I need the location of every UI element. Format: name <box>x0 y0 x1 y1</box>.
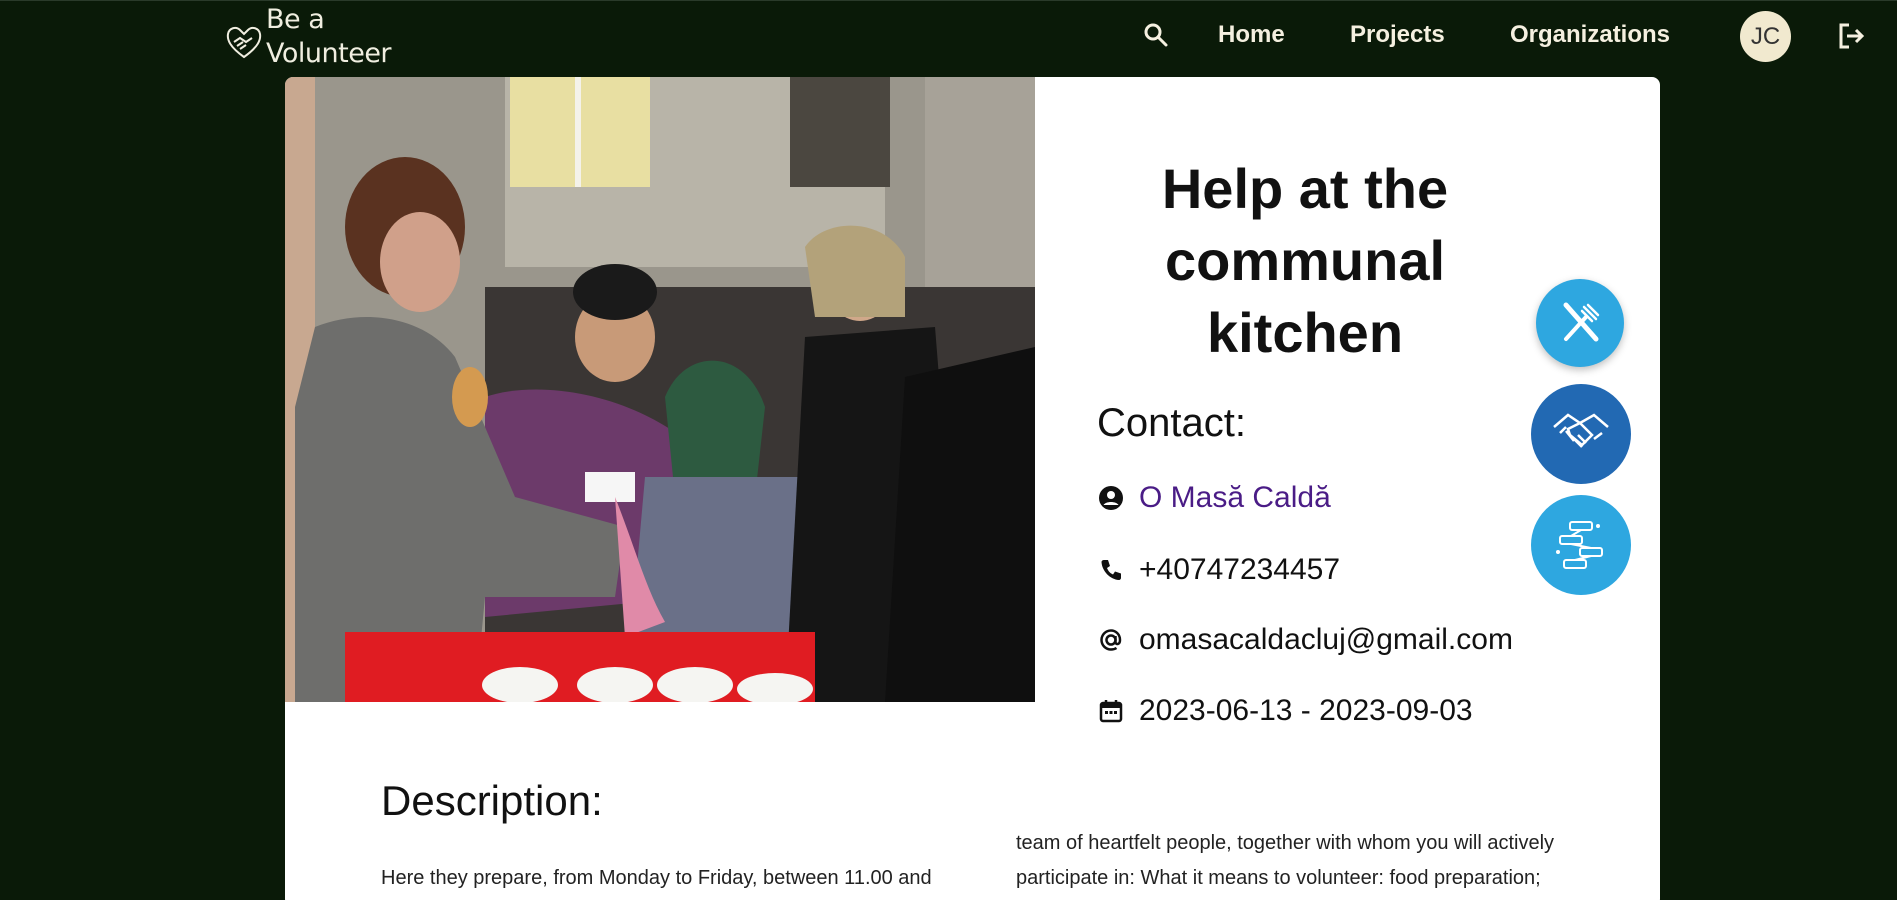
description-text-right: team of heartfelt people, together with … <box>1016 832 1555 889</box>
description-heading: Description: <box>381 777 603 824</box>
contact-dates: 2023-06-13 - 2023-09-03 <box>1097 694 1473 728</box>
search-icon[interactable] <box>1142 21 1170 49</box>
project-dates: 2023-06-13 - 2023-09-03 <box>1139 694 1473 727</box>
nav-home-link[interactable]: Home <box>1218 21 1285 49</box>
nav-projects-link[interactable]: Projects <box>1350 21 1445 49</box>
category-social-button[interactable] <box>1531 495 1631 595</box>
account-circle-icon <box>1099 486 1123 510</box>
brand-line-2: Volunteer <box>266 38 392 69</box>
brand-name: Be a Volunteer <box>266 3 392 71</box>
email-address: omasacaldacluj@gmail.com <box>1139 623 1513 656</box>
user-avatar[interactable]: JC <box>1740 11 1791 62</box>
category-volunteering-button[interactable] <box>1531 384 1631 484</box>
project-title: Help at the communal kitchen <box>1161 157 1449 364</box>
top-navigation-bar: Be a Volunteer Home Projects Organizatio… <box>0 0 1897 72</box>
project-photo <box>285 77 1035 702</box>
phone-icon <box>1101 560 1121 580</box>
brand-line-1: Be a <box>266 4 325 35</box>
nav-organizations-link[interactable]: Organizations <box>1510 21 1670 49</box>
logout-icon[interactable] <box>1836 21 1866 51</box>
heart-handshake-icon <box>226 26 262 59</box>
contact-heading: Contact: <box>1097 401 1246 445</box>
description-text-left: Here they prepare, from Monday to Friday… <box>381 867 932 889</box>
contact-phone: +40747234457 <box>1097 553 1340 587</box>
category-food-button[interactable] <box>1536 279 1624 367</box>
handshake-icon <box>1553 413 1609 448</box>
phone-number: +40747234457 <box>1139 553 1341 586</box>
project-detail-card: Help at the communal kitchen Contact: O … <box>285 77 1660 900</box>
organization-link[interactable]: O Masă Caldă <box>1139 481 1331 515</box>
at-sign-icon <box>1100 629 1122 651</box>
brand-logo[interactable]: Be a Volunteer <box>224 3 392 71</box>
fork-knife-icon <box>1563 302 1600 342</box>
chat-network-icon <box>1556 521 1603 569</box>
contact-organization: O Masă Caldă <box>1097 481 1331 515</box>
calendar-icon <box>1099 700 1123 723</box>
contact-email: omasacaldacluj@gmail.com <box>1097 623 1513 657</box>
